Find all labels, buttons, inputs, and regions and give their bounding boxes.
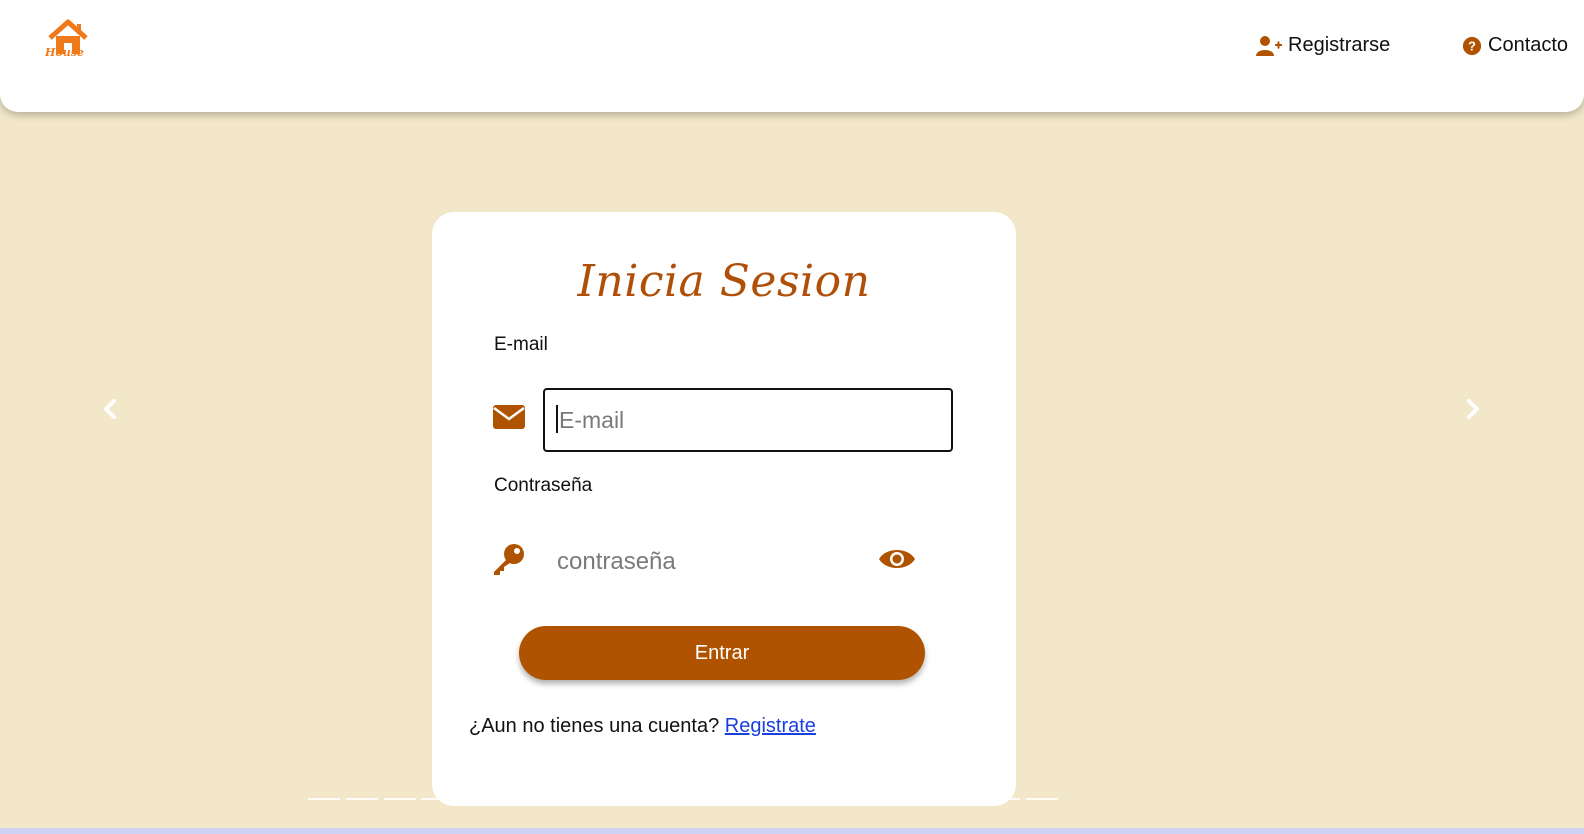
carousel-prev-icon[interactable]	[101, 398, 121, 420]
password-input[interactable]	[543, 530, 843, 594]
signup-prompt: ¿Aun no tienes una cuenta? Registrate	[469, 715, 816, 738]
email-label: E-mail	[494, 334, 548, 355]
carousel-indicator[interactable]	[1026, 798, 1059, 800]
text-caret	[556, 405, 558, 433]
question-circle-icon: ?	[1462, 36, 1482, 55]
email-input[interactable]	[543, 388, 953, 452]
nav-register-label: Registrarse	[1288, 34, 1391, 56]
bottom-bar	[0, 828, 1584, 834]
nav-register[interactable]: Registrarse	[1256, 34, 1390, 57]
envelope-icon	[493, 405, 525, 429]
header-bar: House Registrarse ? Contacto	[0, 0, 1584, 112]
key-icon	[494, 544, 524, 575]
login-card: Inicia Sesion E-mail Contraseña Entrar ¿…	[432, 212, 1016, 806]
password-label: Contraseña	[494, 475, 593, 496]
house-logo[interactable]	[44, 16, 92, 74]
house-icon	[48, 19, 88, 54]
user-plus-icon	[1256, 35, 1282, 56]
login-title: Inicia Sesion	[577, 256, 871, 307]
carousel-indicator[interactable]	[383, 798, 416, 800]
carousel-indicator[interactable]	[308, 798, 340, 800]
logo-text: House	[45, 46, 84, 59]
nav-contact[interactable]: ? Contacto	[1462, 34, 1568, 57]
svg-text:?: ?	[1468, 38, 1476, 53]
eye-icon[interactable]	[878, 546, 916, 572]
signup-prompt-text: ¿Aun no tienes una cuenta?	[469, 715, 720, 737]
signup-link[interactable]: Registrate	[725, 715, 816, 737]
carousel-next-icon[interactable]	[1462, 398, 1482, 420]
login-submit-button[interactable]: Entrar	[519, 626, 925, 680]
nav-contact-label: Contacto	[1488, 34, 1569, 56]
carousel-indicator[interactable]	[345, 798, 378, 800]
